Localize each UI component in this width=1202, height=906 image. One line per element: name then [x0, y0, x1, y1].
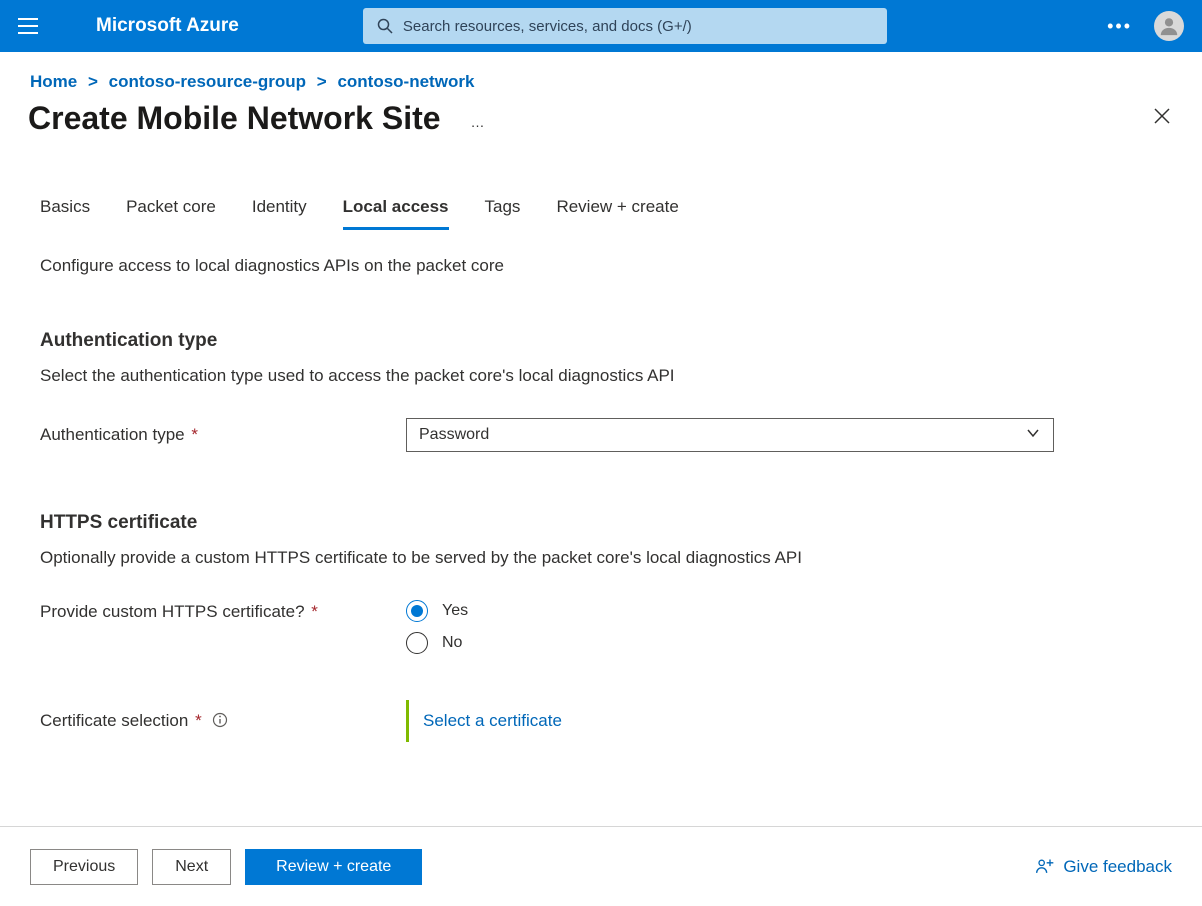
- close-button[interactable]: [1152, 106, 1172, 131]
- cert-selection-field: Certificate selection * Select a certifi…: [40, 700, 1162, 742]
- top-bar: Microsoft Azure •••: [0, 0, 1202, 52]
- auth-section-heading: Authentication type: [40, 330, 1162, 352]
- more-actions-icon[interactable]: •••: [1107, 16, 1132, 37]
- chevron-down-icon: [1025, 425, 1041, 446]
- select-certificate-link[interactable]: Select a certificate: [423, 711, 562, 731]
- breadcrumb-home[interactable]: Home: [30, 72, 77, 91]
- search-input[interactable]: [403, 18, 873, 35]
- required-marker: *: [187, 425, 198, 444]
- breadcrumb-separator: >: [88, 72, 98, 91]
- provide-cert-field: Provide custom HTTPS certificate? * Yes …: [40, 600, 1162, 654]
- auth-type-label: Authentication type *: [40, 425, 406, 445]
- https-section-heading: HTTPS certificate: [40, 512, 1162, 534]
- give-feedback-label: Give feedback: [1063, 857, 1172, 877]
- feedback-icon: [1035, 857, 1055, 877]
- info-icon[interactable]: [212, 712, 228, 728]
- required-marker: *: [190, 711, 201, 730]
- previous-button[interactable]: Previous: [30, 849, 138, 885]
- review-create-button[interactable]: Review + create: [245, 849, 422, 885]
- tab-local-access[interactable]: Local access: [343, 197, 449, 230]
- tab-description: Configure access to local diagnostics AP…: [40, 256, 1162, 276]
- breadcrumb-resource-group[interactable]: contoso-resource-group: [109, 72, 306, 91]
- auth-type-dropdown[interactable]: Password: [406, 418, 1054, 452]
- tab-packet-core[interactable]: Packet core: [126, 197, 216, 230]
- radio-yes[interactable]: Yes: [406, 600, 468, 622]
- radio-no[interactable]: No: [406, 632, 468, 654]
- required-marker: *: [307, 602, 318, 621]
- https-section-description: Optionally provide a custom HTTPS certif…: [40, 548, 1162, 568]
- cert-select-container: Select a certificate: [406, 700, 562, 742]
- cert-selection-label: Certificate selection *: [40, 711, 406, 731]
- search-icon: [377, 18, 393, 34]
- user-avatar[interactable]: [1154, 11, 1184, 41]
- footer-bar: Previous Next Review + create Give feedb…: [0, 826, 1202, 906]
- radio-yes-label: Yes: [442, 602, 468, 620]
- provide-cert-label-text: Provide custom HTTPS certificate?: [40, 602, 305, 621]
- global-search[interactable]: [363, 8, 887, 44]
- content-area: Basics Packet core Identity Local access…: [0, 157, 1202, 742]
- tab-review-create[interactable]: Review + create: [556, 197, 678, 230]
- auth-section-description: Select the authentication type used to a…: [40, 366, 1162, 386]
- tab-tags[interactable]: Tags: [485, 197, 521, 230]
- give-feedback-link[interactable]: Give feedback: [1035, 857, 1172, 877]
- radio-indicator: [406, 632, 428, 654]
- cert-selection-label-text: Certificate selection: [40, 711, 188, 730]
- required-indicator-bar: [406, 700, 409, 742]
- provide-cert-radio-group: Yes No: [406, 600, 468, 654]
- tab-identity[interactable]: Identity: [252, 197, 307, 230]
- auth-type-label-text: Authentication type: [40, 425, 185, 444]
- title-more-icon[interactable]: …: [471, 114, 487, 130]
- tab-basics[interactable]: Basics: [40, 197, 90, 230]
- hamburger-menu-icon[interactable]: [18, 18, 38, 34]
- provide-cert-label: Provide custom HTTPS certificate? *: [40, 600, 406, 622]
- radio-no-label: No: [442, 634, 462, 652]
- page-title-row: Create Mobile Network Site …: [0, 98, 1202, 157]
- next-button[interactable]: Next: [152, 849, 231, 885]
- tabs: Basics Packet core Identity Local access…: [40, 197, 1162, 230]
- auth-type-field: Authentication type * Password: [40, 418, 1162, 452]
- radio-indicator: [406, 600, 428, 622]
- breadcrumb-separator: >: [317, 72, 327, 91]
- person-icon: [1158, 15, 1180, 37]
- breadcrumb: Home > contoso-resource-group > contoso-…: [0, 52, 1202, 98]
- page-title: Create Mobile Network Site: [28, 100, 441, 137]
- brand-label[interactable]: Microsoft Azure: [96, 15, 239, 37]
- auth-type-value: Password: [419, 426, 489, 444]
- breadcrumb-network[interactable]: contoso-network: [337, 72, 474, 91]
- close-icon: [1152, 106, 1172, 126]
